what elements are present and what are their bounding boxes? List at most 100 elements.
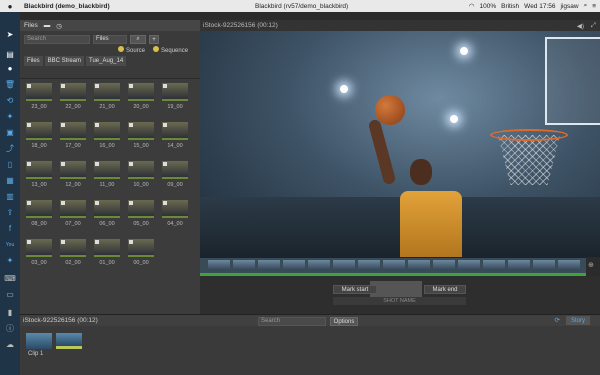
thumbnail-label: 08_00: [31, 221, 47, 227]
basketball-net: [498, 135, 560, 185]
keyboard-icon[interactable]: ⌨: [4, 274, 16, 284]
info-icon[interactable]: ⓘ: [4, 324, 16, 334]
search-row: Search Files ⌕ +: [24, 35, 159, 44]
clip-thumbnail[interactable]: [26, 333, 52, 349]
file-panel-title[interactable]: Files: [24, 22, 38, 29]
video-thumbnail[interactable]: [60, 239, 86, 257]
clip-thumbnail[interactable]: [56, 333, 82, 349]
story-button[interactable]: Story: [566, 316, 590, 325]
refresh-icon[interactable]: ⟳: [555, 316, 560, 324]
filmstrip-frame: [533, 260, 555, 270]
user-name[interactable]: jigsaw: [561, 3, 579, 10]
filmstrip-timeline[interactable]: [200, 257, 586, 273]
trash-icon[interactable]: 🗑: [4, 80, 16, 90]
add-button[interactable]: +: [149, 35, 159, 44]
video-thumbnail[interactable]: [26, 161, 52, 179]
video-thumbnail[interactable]: [162, 200, 188, 218]
clock[interactable]: Wed 17:56: [524, 3, 555, 10]
wifi-icon[interactable]: ◠: [469, 2, 475, 10]
file-search-input[interactable]: Search: [24, 35, 90, 44]
tab-files[interactable]: Files: [24, 56, 43, 66]
zoom-icon[interactable]: ⊕: [588, 261, 594, 269]
clock-tab-icon[interactable]: ◷: [56, 22, 62, 30]
facebook-icon[interactable]: f: [4, 224, 16, 234]
file-filter-select[interactable]: Files: [93, 35, 127, 44]
file-panel-header: Files ▬ ◷: [20, 20, 200, 31]
search-button[interactable]: ⌕: [130, 35, 146, 44]
twitter-share-icon[interactable]: ✦: [4, 256, 16, 266]
video-thumbnail[interactable]: [128, 122, 154, 140]
filmstrip-frame: [233, 260, 255, 270]
video-thumbnail[interactable]: [60, 200, 86, 218]
menu-bar: ● Blackbird (demo_blackbird) Blackbird (…: [0, 0, 600, 12]
video-thumbnail[interactable]: [60, 83, 86, 101]
twitter-icon[interactable]: ✦: [4, 112, 16, 122]
fullscreen-icon[interactable]: ⤢: [591, 22, 596, 30]
cloud-icon[interactable]: ☁: [4, 340, 16, 350]
record-icon[interactable]: ●: [4, 64, 16, 74]
video-thumbnail[interactable]: [128, 239, 154, 257]
grid-icon[interactable]: ▦: [4, 176, 16, 186]
film-icon[interactable]: ▥: [4, 192, 16, 202]
video-thumbnail[interactable]: [60, 161, 86, 179]
export-icon[interactable]: ⇪: [4, 208, 16, 218]
video-thumbnail[interactable]: [128, 161, 154, 179]
filmstrip-frame: [333, 260, 355, 270]
history-icon[interactable]: ⟲: [4, 96, 16, 106]
video-thumbnail[interactable]: [26, 200, 52, 218]
filmstrip-frame: [408, 260, 430, 270]
source-checkbox[interactable]: Source: [118, 46, 145, 54]
mark-start-button[interactable]: Mark start: [333, 285, 377, 294]
video-thumbnail[interactable]: [128, 200, 154, 218]
image-icon[interactable]: ▣: [4, 128, 16, 138]
app-title[interactable]: Blackbird (demo_blackbird): [24, 3, 110, 10]
chat-icon[interactable]: ▭: [4, 290, 16, 300]
thumbnail-label: 18_00: [31, 143, 47, 149]
sequence-search-input[interactable]: Search: [258, 317, 326, 326]
filmstrip-frame: [308, 260, 330, 270]
search-icon[interactable]: ⌕: [584, 2, 588, 10]
video-thumbnail[interactable]: [26, 122, 52, 140]
video-thumbnail[interactable]: [94, 161, 120, 179]
logo-icon[interactable]: ➤: [4, 30, 16, 40]
video-thumbnail[interactable]: [162, 161, 188, 179]
menu-icon[interactable]: ≡: [592, 3, 596, 10]
sequence-checkbox[interactable]: Sequence: [153, 46, 188, 54]
video-thumbnail[interactable]: [162, 122, 188, 140]
arena-light: [340, 85, 348, 93]
volume-icon[interactable]: ◀): [577, 22, 584, 30]
share-icon[interactable]: ⤴: [4, 144, 16, 154]
video-thumbnail[interactable]: [60, 122, 86, 140]
video-thumbnail[interactable]: [26, 239, 52, 257]
locale-label[interactable]: British: [501, 3, 519, 10]
options-button[interactable]: Options: [330, 317, 358, 326]
video-thumbnail[interactable]: [94, 239, 120, 257]
thumbnail-label: 21_00: [99, 104, 115, 110]
video-thumbnail[interactable]: [162, 83, 188, 101]
document-icon[interactable]: ▯: [4, 160, 16, 170]
thumbnail-label: 23_00: [31, 104, 47, 110]
filmstrip-frame: [258, 260, 280, 270]
video-thumbnail[interactable]: [94, 200, 120, 218]
video-thumbnail[interactable]: [26, 83, 52, 101]
tool-sidebar: ➤ ▤ ● 🗑 ⟲ ✦ ▣ ⤴ ▯ ▦ ▥ ⇪ f You ✦ ⌨ ▭ ▮ ⓘ …: [0, 12, 20, 375]
tab-bbc-stream[interactable]: BBC Stream: [44, 56, 85, 66]
filmstrip-frame: [358, 260, 380, 270]
battery-percent[interactable]: 100%: [479, 3, 496, 10]
video-thumbnail[interactable]: [94, 122, 120, 140]
thumbnail-label: 07_00: [65, 221, 81, 227]
folder-icon[interactable]: ▤: [4, 50, 16, 60]
video-thumbnail[interactable]: [94, 83, 120, 101]
tab-tue-aug-14[interactable]: Tue_Aug_14: [86, 56, 127, 66]
apple-icon[interactable]: ●: [0, 2, 20, 11]
youtube-icon[interactable]: You: [4, 240, 16, 250]
stats-icon[interactable]: ▮: [4, 308, 16, 318]
video-frame[interactable]: [200, 31, 600, 257]
mark-end-button[interactable]: Mark end: [424, 285, 466, 294]
folder-tab-icon[interactable]: ▬: [44, 22, 51, 29]
player-arm: [367, 118, 397, 186]
window-title: Blackbird (rv57/demo_blackbird): [255, 2, 349, 10]
shot-name-input[interactable]: SHOT NAME: [333, 297, 466, 305]
video-thumbnail[interactable]: [128, 83, 154, 101]
filmstrip-frame: [458, 260, 480, 270]
